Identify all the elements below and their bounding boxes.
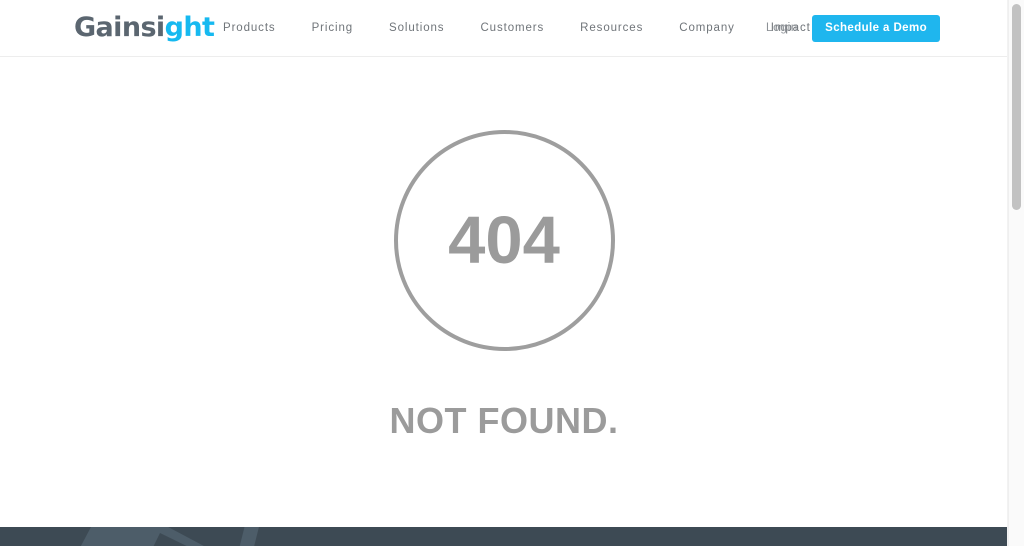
login-link[interactable]: Login [766,22,798,34]
error-block: 404 NOT FOUND. [0,57,1008,441]
error-code-circle: 404 [393,130,615,351]
page-viewport: Gainsi ght Products Pricing Solutions Cu… [0,0,1008,546]
nav-item-pricing[interactable]: Pricing [294,22,371,34]
vertical-scrollbar[interactable] [1008,0,1024,546]
main-content: 404 NOT FOUND. [0,57,1008,527]
nav-item-company[interactable]: Company [661,22,753,34]
error-code-text: 404 [448,203,560,278]
header-actions: Login Schedule a Demo [766,0,940,56]
nav-item-solutions[interactable]: Solutions [371,22,462,34]
schedule-demo-button[interactable]: Schedule a Demo [812,14,940,42]
footer-decoration-shape-secondary [232,527,260,546]
nav-item-customers[interactable]: Customers [462,22,562,34]
gainsight-logo[interactable]: Gainsi ght [74,12,215,43]
main-navigation: Products Pricing Solutions Customers Res… [205,0,829,56]
scrollbar-thumb[interactable] [1012,4,1021,210]
error-message-text: NOT FOUND. [389,400,619,441]
site-header: Gainsi ght Products Pricing Solutions Cu… [0,0,1008,57]
browser-page: Gainsi ght Products Pricing Solutions Cu… [0,0,1024,546]
nav-item-resources[interactable]: Resources [562,22,661,34]
nav-item-products[interactable]: Products [205,22,294,34]
logo-text-dark: Gainsi [74,12,165,43]
site-footer [0,527,1008,546]
